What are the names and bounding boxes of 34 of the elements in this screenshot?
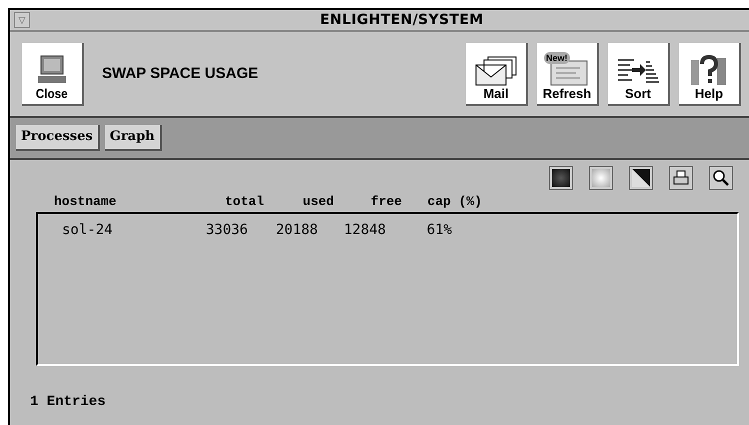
tool-button[interactable] (709, 166, 733, 190)
sort-button[interactable]: Sort (608, 42, 670, 106)
envelope-icon (474, 56, 518, 86)
dark-shade-icon (552, 169, 570, 187)
contrast-icon (632, 169, 650, 187)
column-header: used (302, 193, 334, 211)
view-heading: SWAP SPACE USAGE (102, 64, 258, 84)
window-menu-button[interactable]: ▽ (14, 12, 30, 28)
document-icon (550, 60, 588, 86)
tool-button[interactable] (629, 166, 653, 190)
computer-icon (35, 54, 69, 86)
close-button[interactable]: Close (22, 42, 84, 106)
refresh-button[interactable]: New! Refresh (537, 42, 599, 106)
column-header: free (370, 193, 402, 211)
table-cell-text: sol-24 (61, 220, 114, 240)
tab-button[interactable]: Graph (104, 125, 162, 151)
table-cell-text: 33036 (204, 220, 248, 240)
mail-button[interactable]: Mail (466, 42, 528, 106)
tool-button[interactable] (549, 166, 573, 190)
window-title: ENLIGHTEN/SYSTEM (320, 10, 484, 30)
light-shade-icon (592, 169, 610, 187)
table-cell-text: 12848 (342, 220, 386, 240)
tab-button[interactable]: Processes (16, 125, 100, 151)
column-header: cap (%) (426, 193, 482, 211)
column-header: total (224, 193, 264, 211)
table-cell-text: 61% (426, 220, 452, 240)
entry-count: 1 Entries (30, 392, 107, 412)
help-button[interactable]: Help (679, 42, 741, 106)
printer-icon (672, 169, 690, 187)
column-header: hostname (54, 193, 118, 211)
search-icon (712, 169, 730, 187)
new-badge: New! (544, 52, 570, 64)
table-cell-text: 20188 (274, 220, 318, 240)
tool-button[interactable] (669, 166, 693, 190)
